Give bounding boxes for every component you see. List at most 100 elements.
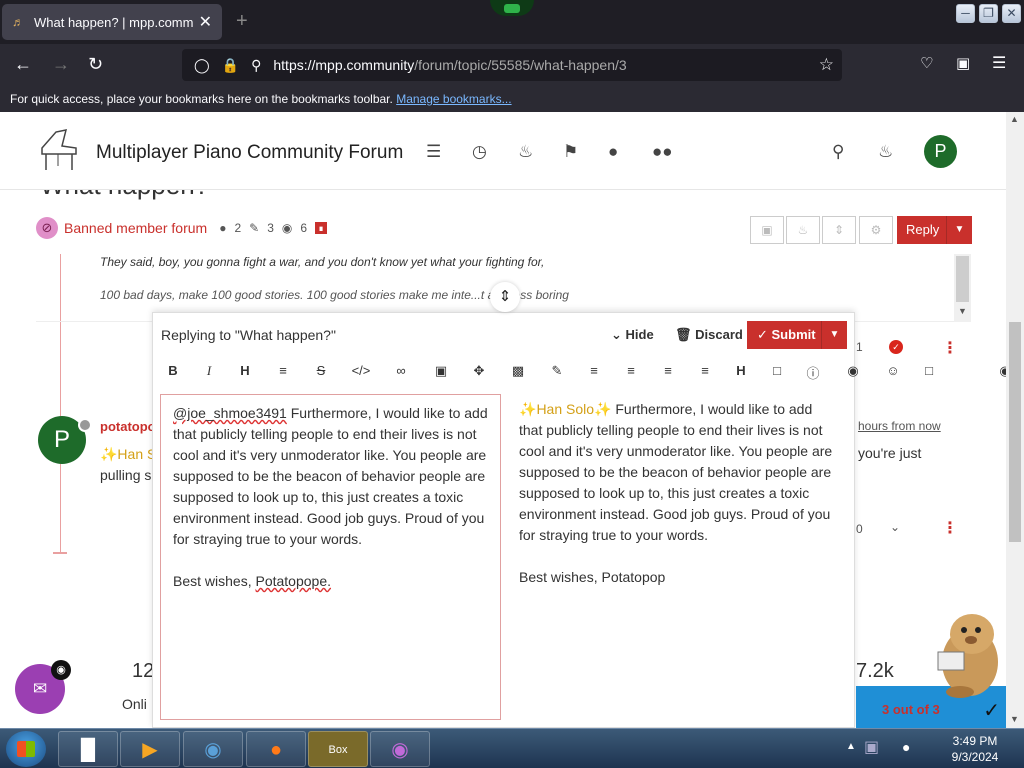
lock-icon[interactable]: 🔒	[222, 57, 239, 74]
forward-icon[interactable]: →	[52, 54, 70, 74]
user-avatar[interactable]: P	[924, 135, 957, 168]
firefox-icon[interactable]: ●	[246, 731, 306, 767]
scroll-thumb[interactable]	[1009, 322, 1021, 542]
categories-icon[interactable]: ☰	[426, 142, 441, 162]
taskbar-app-icon[interactable]: █	[58, 731, 118, 767]
post-menu-icon[interactable]: ⋮	[942, 338, 958, 358]
rss-icon[interactable]: ∎	[315, 222, 328, 234]
url-text[interactable]: https://mpp.community/forum/topic/55585/…	[273, 57, 626, 73]
groups-icon[interactable]: ●●	[652, 142, 673, 162]
close-window-button[interactable]: ✕	[1002, 4, 1021, 23]
composer-textarea[interactable]: @joe_shmoe3491 Furthermore, I would like…	[160, 394, 501, 720]
spoiler-eye-icon[interactable]: ◉	[843, 363, 863, 379]
back-icon[interactable]: ←	[14, 54, 32, 74]
upload-icon[interactable]: □	[919, 363, 939, 378]
globe-icon[interactable]: ◉	[183, 731, 243, 767]
popular-fire-icon[interactable]: ♨	[518, 142, 533, 162]
bold-icon[interactable]: B	[163, 363, 183, 378]
media-player-icon[interactable]: ▶	[120, 731, 180, 767]
info-icon[interactable]: ⓘ	[803, 363, 823, 382]
chat-button[interactable]: ✉ ◉	[15, 660, 71, 714]
preview-mention-name: Han Solo	[536, 401, 595, 417]
post-author[interactable]: potatopo	[100, 419, 156, 434]
game-icon[interactable]: Box	[308, 731, 368, 767]
align-center-icon[interactable]: ≡	[621, 363, 641, 378]
page-scrollbar[interactable]: ▲ ▼	[1006, 112, 1024, 728]
sort-button[interactable]: ⇕	[822, 216, 856, 244]
color-picker-icon[interactable]: ✎	[547, 363, 567, 379]
file-icon[interactable]: □	[767, 363, 787, 378]
list-icon[interactable]: ≡	[273, 363, 293, 378]
volume-icon[interactable]: ●	[902, 739, 910, 755]
private-mode-icon	[490, 0, 534, 16]
notifications-bell-icon[interactable]: ♨	[878, 142, 893, 162]
hide-button[interactable]: ⌄ Hide	[611, 327, 654, 343]
close-tab-icon[interactable]: ✕	[199, 12, 212, 32]
bookmark-star-icon[interactable]: ☆	[819, 55, 834, 75]
tray-expand-icon[interactable]: ▲	[846, 741, 856, 752]
topic-meta: ⊘ Banned member forum ● 2 ✎ 3 ◉ 6 ∎	[36, 216, 328, 240]
code-icon[interactable]: </>	[351, 363, 371, 378]
tab-title: What happen? | mpp.community	[34, 14, 193, 30]
piano-logo[interactable]	[36, 126, 80, 174]
chart-icon[interactable]: ▩	[508, 363, 528, 379]
recent-icon[interactable]: ◷	[472, 142, 487, 162]
extensions-icon[interactable]: ▣	[956, 54, 970, 74]
url-bar[interactable]: ◯ 🔒 ⚲ https://mpp.community/forum/topic/…	[182, 49, 842, 81]
user-icon[interactable]: ●	[608, 142, 618, 162]
emoji-icon[interactable]: ☺	[883, 363, 903, 378]
submit-button[interactable]: ✓ Submit ▼	[747, 321, 847, 349]
reply-button[interactable]: Reply ▼	[897, 216, 972, 244]
new-tab-icon[interactable]: +	[236, 10, 248, 33]
heading-alt-icon[interactable]: H	[731, 363, 751, 378]
post-avatar[interactable]: P	[38, 416, 92, 464]
browser-tab[interactable]: ♬ What happen? | mpp.community ✕	[2, 4, 222, 40]
tab-strip: ♬ What happen? | mpp.community ✕ + ─ ❐ ✕	[0, 0, 1024, 44]
resize-handle-icon[interactable]: ⇕	[490, 282, 520, 312]
app-icon[interactable]: ◉	[370, 731, 430, 767]
heading-icon[interactable]: H	[235, 363, 255, 378]
hamster-mascot-image	[937, 614, 998, 698]
downvote-icon[interactable]: ⌄	[890, 520, 900, 534]
strikethrough-icon[interactable]: S	[311, 363, 331, 378]
follow-bell-button[interactable]: ♨	[786, 216, 820, 244]
menu-icon[interactable]: ☰	[992, 54, 1006, 74]
taskbar-clock[interactable]: 3:49 PM 9/3/2024	[940, 733, 1010, 765]
category-link[interactable]: Banned member forum	[64, 220, 207, 236]
post-timestamp[interactable]: hours from now	[858, 419, 941, 433]
network-icon[interactable]: ▣	[864, 737, 879, 757]
site-title[interactable]: Multiplayer Piano Community Forum	[96, 142, 403, 164]
reply-composer: Replying to "What happen?" ⌄ Hide 🗑 Disc…	[152, 312, 1006, 728]
url-path: /forum/topic/55585/what-happen/3	[414, 57, 627, 73]
manage-bookmarks-link[interactable]: Manage bookmarks...	[396, 92, 511, 106]
reload-icon[interactable]: ↻	[88, 54, 103, 74]
image-icon[interactable]: ▣	[431, 363, 451, 379]
scroll-down-icon[interactable]: ▼	[1010, 714, 1019, 724]
maximize-button[interactable]: ❐	[979, 4, 998, 23]
align-left-icon[interactable]: ≡	[584, 363, 604, 378]
chevron-down-icon[interactable]: ✓	[983, 698, 1000, 723]
italic-icon[interactable]: I	[199, 363, 219, 379]
start-button[interactable]	[6, 731, 46, 767]
topic-tools-button[interactable]: ⚙	[859, 216, 893, 244]
post-menu-icon[interactable]: ⋮	[942, 518, 958, 538]
watch-button[interactable]: ▣	[750, 216, 784, 244]
tags-icon[interactable]: ⚑	[563, 142, 578, 162]
reply-dropdown-icon[interactable]: ▼	[946, 216, 972, 244]
eye-icon[interactable]: ◉	[51, 660, 71, 680]
post-scrollbar[interactable]: ▼	[954, 254, 971, 322]
key-icon[interactable]: ⚲	[251, 57, 261, 74]
shield-icon[interactable]: ◯	[194, 57, 210, 74]
pocket-icon[interactable]: ♡	[920, 54, 933, 74]
align-right-icon[interactable]: ≡	[658, 363, 678, 378]
preview-toggle-icon[interactable]: ◉	[995, 363, 1006, 379]
hide-label: Hide	[625, 327, 654, 342]
scroll-up-icon[interactable]: ▲	[1010, 114, 1019, 124]
expand-icon[interactable]: ✥	[469, 363, 489, 379]
justify-icon[interactable]: ≡	[695, 363, 715, 378]
search-icon[interactable]: ⚲	[832, 142, 844, 162]
link-icon[interactable]: ∞	[391, 363, 411, 378]
submit-dropdown-icon[interactable]: ▼	[821, 321, 847, 349]
discard-button[interactable]: 🗑 Discard	[675, 327, 743, 343]
minimize-button[interactable]: ─	[956, 4, 975, 23]
